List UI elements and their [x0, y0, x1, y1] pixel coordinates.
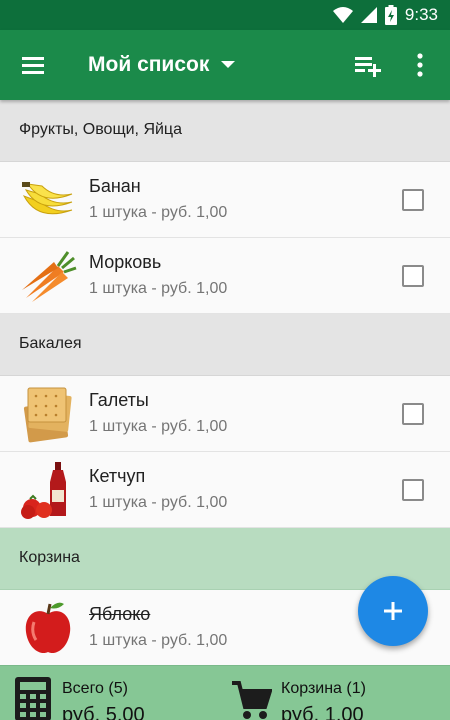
add-to-list-button[interactable] [352, 50, 384, 80]
item-name: Яблоко [89, 604, 151, 624]
status-time: 9:33 [404, 5, 438, 24]
total-label: Всего (5) [62, 680, 128, 697]
ketchup-image [21, 462, 66, 519]
total-value: руб. 5,00 [62, 704, 145, 720]
item-checkbox[interactable] [402, 189, 424, 211]
item-checkbox[interactable] [402, 403, 424, 425]
battery-icon [384, 5, 397, 25]
summary-bar: Всего (5) руб. 5,00 Корзина (1) руб. 1,0… [0, 665, 450, 720]
category-title: Фрукты, Овощи, Яйца [19, 121, 182, 138]
item-name: Морковь [89, 252, 162, 272]
app-title: Мой список [88, 53, 210, 76]
item-checkbox[interactable] [402, 479, 424, 501]
list-item[interactable]: Банан 1 штука - руб. 1,00 [0, 162, 450, 238]
item-name: Кетчуп [89, 466, 146, 486]
apple-image [25, 602, 71, 654]
item-details: 1 штука - руб. 1,00 [89, 280, 228, 297]
category-title: Корзина [19, 549, 80, 566]
list-item[interactable]: Морковь 1 штука - руб. 1,00 [0, 238, 450, 314]
item-details: 1 штука - руб. 1,00 [89, 204, 228, 221]
list-item[interactable]: Галеты 1 штука - руб. 1,00 [0, 376, 450, 452]
banana-image [22, 182, 73, 215]
add-item-button[interactable] [358, 576, 428, 646]
more-options-button[interactable] [408, 50, 432, 80]
list-selector[interactable]: Мой список [88, 50, 236, 80]
more-vert-icon [417, 53, 423, 77]
signal-icon [360, 7, 377, 23]
basket-label: Корзина (1) [281, 680, 366, 697]
basket-value: руб. 1,00 [281, 704, 364, 720]
status-icons: 9:33 [332, 5, 438, 25]
list-item[interactable]: Кетчуп 1 штука - руб. 1,00 [0, 452, 450, 528]
carrot-image [22, 251, 77, 302]
item-checkbox[interactable] [402, 265, 424, 287]
category-title: Бакалея [19, 335, 82, 352]
category-header-fruits[interactable]: Фрукты, Овощи, Яйца [0, 100, 450, 162]
plus-icon [384, 602, 402, 620]
crackers-image [23, 387, 72, 443]
category-header-grocery[interactable]: Бакалея [0, 314, 450, 376]
item-details: 1 штука - руб. 1,00 [89, 632, 228, 649]
calculator-icon [15, 677, 51, 720]
dropdown-arrow-icon [221, 61, 236, 68]
item-details: 1 штука - руб. 1,00 [89, 418, 228, 435]
status-bar: 9:33 [0, 0, 450, 30]
cart-icon [232, 681, 272, 719]
item-name: Банан [89, 176, 141, 196]
app-bar: Мой список [0, 30, 450, 100]
item-details: 1 штука - руб. 1,00 [89, 494, 228, 511]
wifi-icon [332, 7, 353, 23]
playlist-add-icon [355, 57, 381, 77]
menu-button[interactable] [18, 50, 50, 80]
hamburger-menu-icon [22, 57, 44, 74]
item-name: Галеты [89, 390, 149, 410]
